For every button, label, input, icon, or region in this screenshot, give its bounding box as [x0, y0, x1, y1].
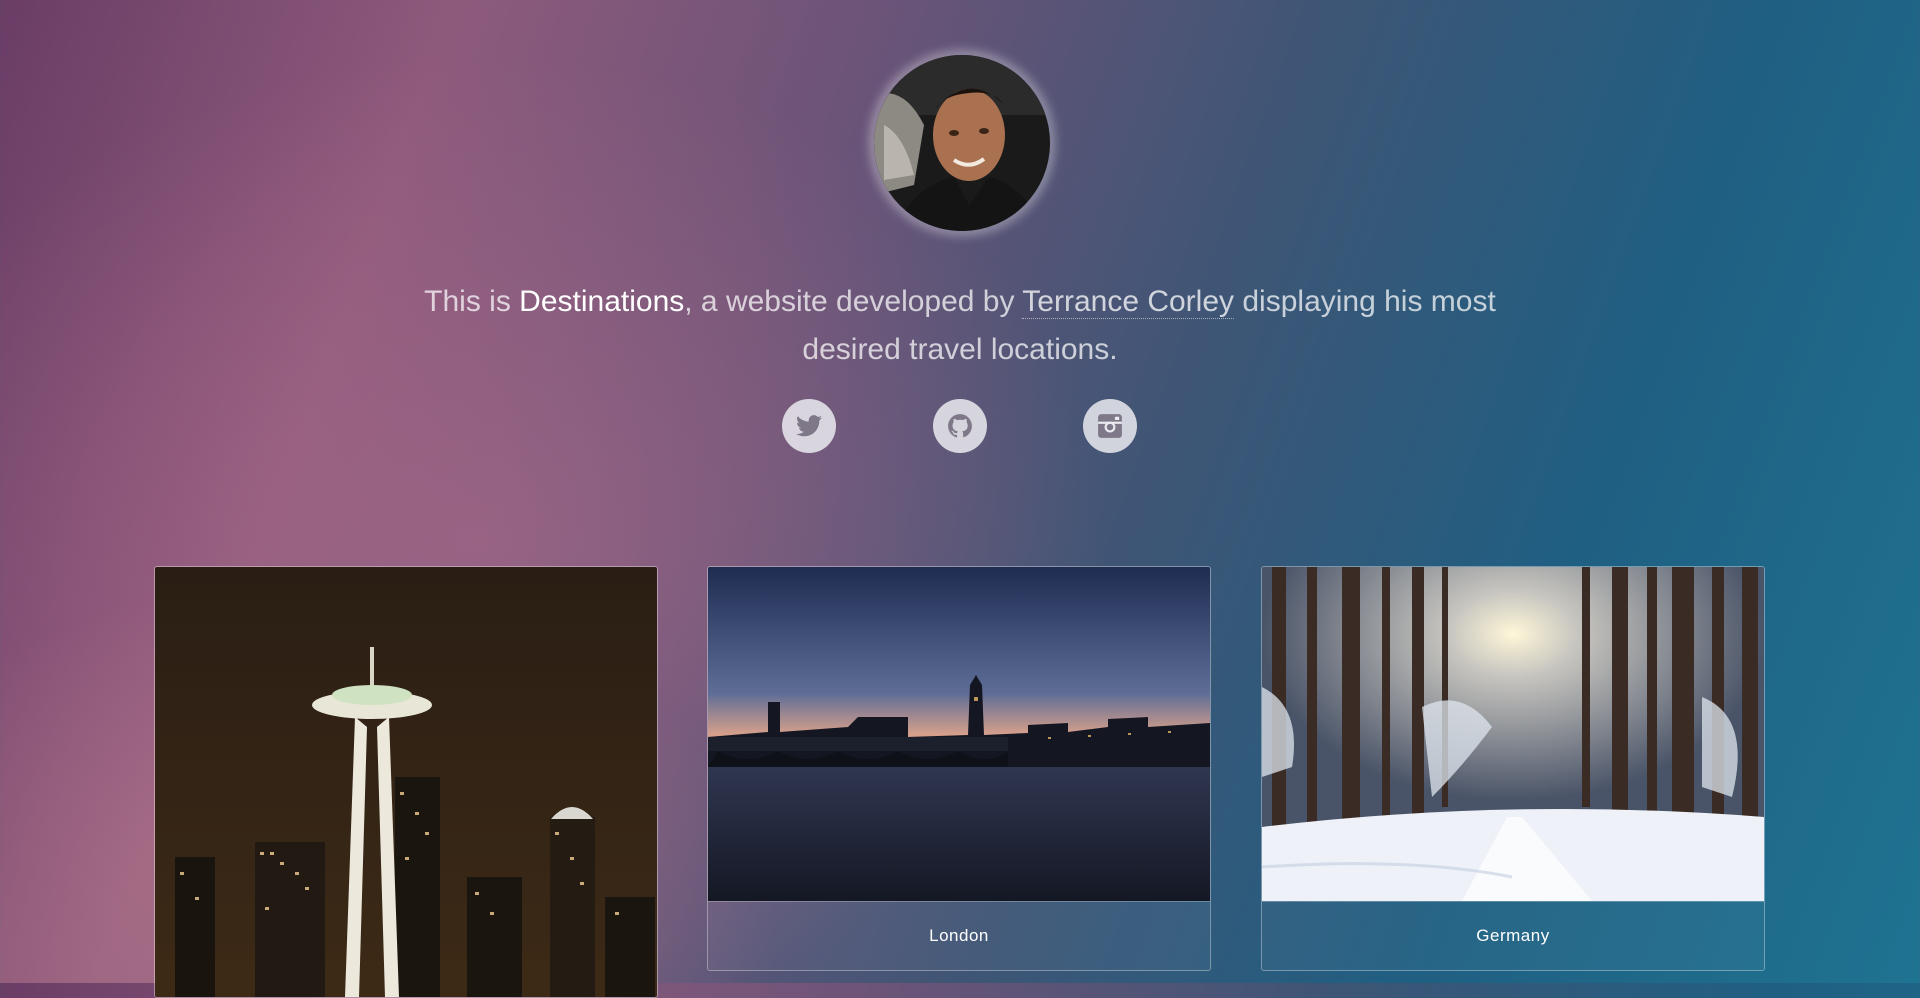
- destination-caption: Germany: [1262, 901, 1764, 970]
- intro-middle: , a website developed by: [684, 285, 1023, 318]
- seattle-skyline-photo: [155, 567, 657, 997]
- london-westminster-photo: [708, 567, 1210, 901]
- instagram-button[interactable]: [1083, 399, 1137, 453]
- destination-card-london[interactable]: London: [707, 566, 1211, 971]
- destination-card-seattle[interactable]: [154, 566, 658, 998]
- avatar-photo: [874, 55, 1050, 231]
- twitter-icon: [796, 415, 822, 437]
- avatar: [872, 53, 1052, 233]
- author-link[interactable]: Terrance Corley: [1022, 285, 1235, 319]
- instagram-icon: [1098, 414, 1122, 438]
- github-icon: [948, 414, 972, 438]
- destination-card-germany[interactable]: Germany: [1261, 566, 1765, 971]
- intro-prefix: This is: [424, 285, 520, 318]
- intro-text: This is Destinations, a website develope…: [380, 278, 1540, 374]
- twitter-button[interactable]: [782, 399, 836, 453]
- github-button[interactable]: [933, 399, 987, 453]
- germany-forest-photo: [1262, 567, 1764, 901]
- brand-name: Destinations: [519, 285, 685, 318]
- destination-caption: London: [708, 901, 1210, 970]
